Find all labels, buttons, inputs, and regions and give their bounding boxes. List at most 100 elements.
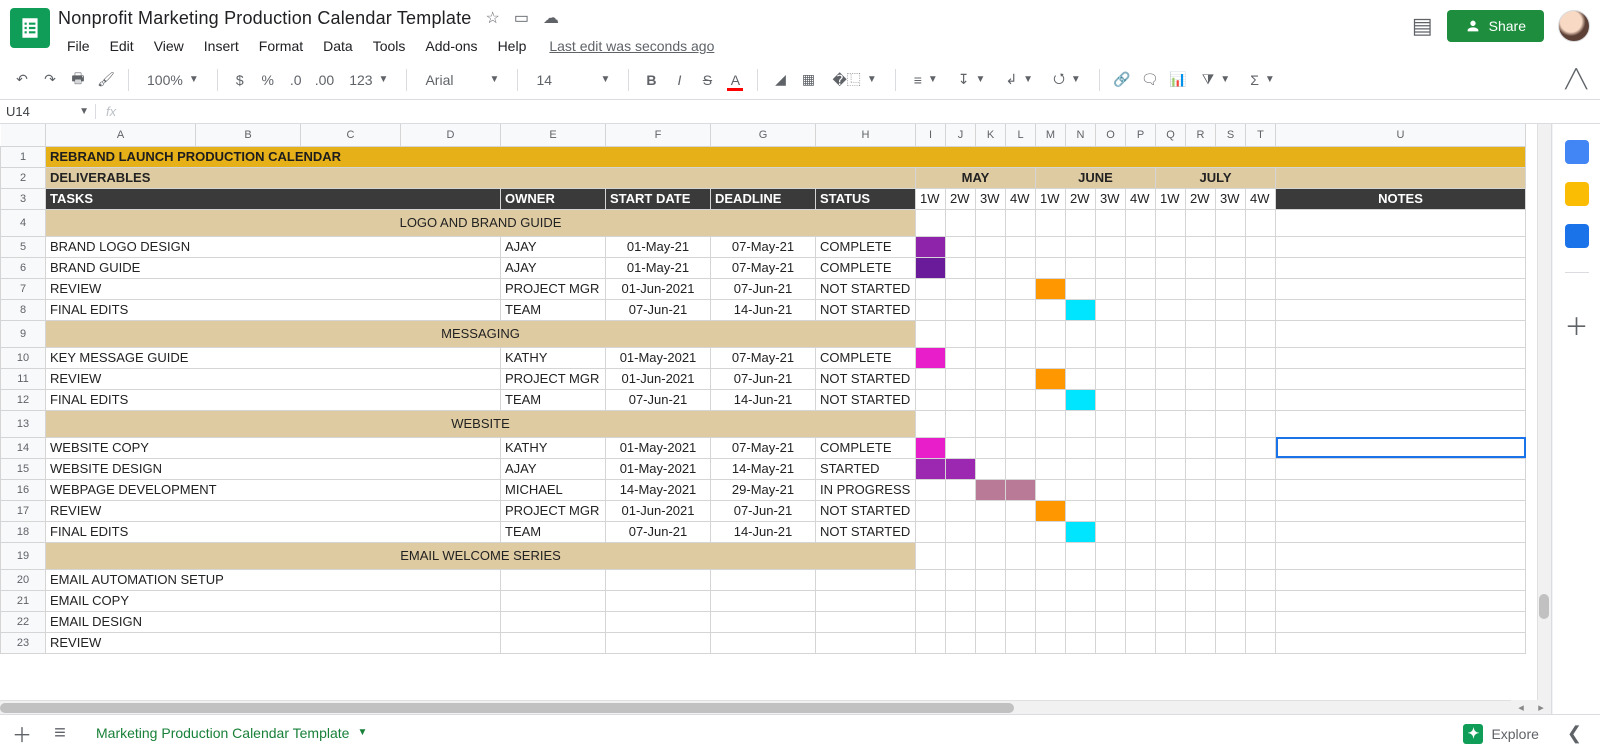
cell[interactable]: FINAL EDITS: [46, 299, 501, 320]
cell[interactable]: [976, 236, 1006, 257]
cell[interactable]: REVIEW: [46, 368, 501, 389]
cell[interactable]: P: [1126, 124, 1156, 146]
redo-icon[interactable]: ↷: [38, 66, 62, 94]
vertical-scrollbar[interactable]: [1537, 124, 1551, 700]
cell[interactable]: [946, 278, 976, 299]
cell[interactable]: [1276, 521, 1526, 542]
cell[interactable]: [1066, 389, 1096, 410]
cell[interactable]: [1036, 347, 1066, 368]
horizontal-align-icon[interactable]: ≡▼: [906, 66, 946, 94]
share-button[interactable]: Share: [1447, 10, 1544, 42]
cell[interactable]: [946, 209, 976, 236]
cell[interactable]: 14-Jun-21: [711, 299, 816, 320]
cell[interactable]: [1126, 569, 1156, 590]
cell[interactable]: 17: [1, 500, 46, 521]
cell[interactable]: 07-Jun-21: [711, 500, 816, 521]
all-sheets-icon[interactable]: ≡: [46, 722, 74, 745]
cell[interactable]: [1006, 437, 1036, 458]
cell[interactable]: [1126, 347, 1156, 368]
cell[interactable]: [1096, 632, 1126, 653]
collapse-toolbar-icon[interactable]: ╱╲: [1562, 66, 1590, 94]
cell[interactable]: [1006, 500, 1036, 521]
cell[interactable]: [1066, 347, 1096, 368]
cell[interactable]: [1216, 299, 1246, 320]
cell[interactable]: 4W: [1006, 188, 1036, 209]
cell[interactable]: [916, 569, 946, 590]
cell[interactable]: 18: [1, 521, 46, 542]
menu-file[interactable]: File: [58, 36, 99, 56]
cell[interactable]: [976, 542, 1006, 569]
cell[interactable]: [1186, 389, 1216, 410]
cell[interactable]: 2W: [946, 188, 976, 209]
cell[interactable]: [1036, 299, 1066, 320]
cell[interactable]: [1066, 479, 1096, 500]
cell[interactable]: [1276, 479, 1526, 500]
cell[interactable]: TEAM: [501, 299, 606, 320]
cell[interactable]: 22: [1, 611, 46, 632]
cell[interactable]: [1036, 590, 1066, 611]
cell[interactable]: 01-May-21: [606, 257, 711, 278]
cell[interactable]: [1036, 611, 1066, 632]
cell[interactable]: [976, 437, 1006, 458]
cell[interactable]: 01-Jun-2021: [606, 500, 711, 521]
cell[interactable]: [1276, 368, 1526, 389]
cell[interactable]: [1186, 236, 1216, 257]
cell[interactable]: NOT STARTED: [816, 389, 916, 410]
cell[interactable]: 07-Jun-21: [711, 278, 816, 299]
cell[interactable]: [1006, 590, 1036, 611]
cell[interactable]: [1006, 521, 1036, 542]
cell[interactable]: [1126, 257, 1156, 278]
cell[interactable]: COMPLETE: [816, 437, 916, 458]
cell[interactable]: [916, 209, 946, 236]
cell[interactable]: [606, 611, 711, 632]
cell[interactable]: [916, 236, 946, 257]
cell[interactable]: [1156, 500, 1186, 521]
cell[interactable]: [1096, 611, 1126, 632]
cell[interactable]: [1066, 590, 1096, 611]
cell[interactable]: COMPLETE: [816, 347, 916, 368]
cell[interactable]: MAY: [916, 167, 1036, 188]
cell[interactable]: [1186, 278, 1216, 299]
cell[interactable]: 9: [1, 320, 46, 347]
cell[interactable]: [1186, 611, 1216, 632]
cell[interactable]: [1126, 209, 1156, 236]
menu-insert[interactable]: Insert: [195, 36, 248, 56]
cell[interactable]: [711, 611, 816, 632]
cell[interactable]: [976, 569, 1006, 590]
insert-chart-icon[interactable]: 📊: [1166, 66, 1190, 94]
cell[interactable]: [606, 632, 711, 653]
cell[interactable]: [976, 458, 1006, 479]
cell[interactable]: WEBPAGE DEVELOPMENT: [46, 479, 501, 500]
cell[interactable]: [1276, 437, 1526, 458]
cell[interactable]: [946, 569, 976, 590]
cell[interactable]: [1216, 611, 1246, 632]
cell[interactable]: [1036, 542, 1066, 569]
cell[interactable]: [1066, 437, 1096, 458]
cell[interactable]: [946, 458, 976, 479]
cell[interactable]: I: [916, 124, 946, 146]
cell[interactable]: [1246, 389, 1276, 410]
cell[interactable]: [1186, 257, 1216, 278]
cell[interactable]: [1156, 479, 1186, 500]
cell[interactable]: [1276, 410, 1526, 437]
cell[interactable]: J: [946, 124, 976, 146]
cell[interactable]: [946, 410, 976, 437]
cell[interactable]: [501, 632, 606, 653]
sheet-tab-menu-icon[interactable]: ▼: [357, 727, 367, 738]
account-avatar[interactable]: [1558, 10, 1590, 42]
cell[interactable]: STATUS: [816, 188, 916, 209]
cell[interactable]: [946, 368, 976, 389]
cell[interactable]: 1W: [1036, 188, 1066, 209]
cell[interactable]: 11: [1, 368, 46, 389]
cell[interactable]: REVIEW: [46, 632, 501, 653]
get-addons-icon[interactable]: ＋: [1565, 307, 1589, 342]
cell[interactable]: [1276, 389, 1526, 410]
cell[interactable]: [976, 389, 1006, 410]
cell[interactable]: [1216, 479, 1246, 500]
cell[interactable]: [1156, 347, 1186, 368]
cell[interactable]: [1216, 236, 1246, 257]
cell[interactable]: LOGO AND BRAND GUIDE: [46, 209, 916, 236]
cell[interactable]: 07-May-21: [711, 257, 816, 278]
insert-link-icon[interactable]: 🔗: [1110, 66, 1134, 94]
cell[interactable]: [946, 611, 976, 632]
